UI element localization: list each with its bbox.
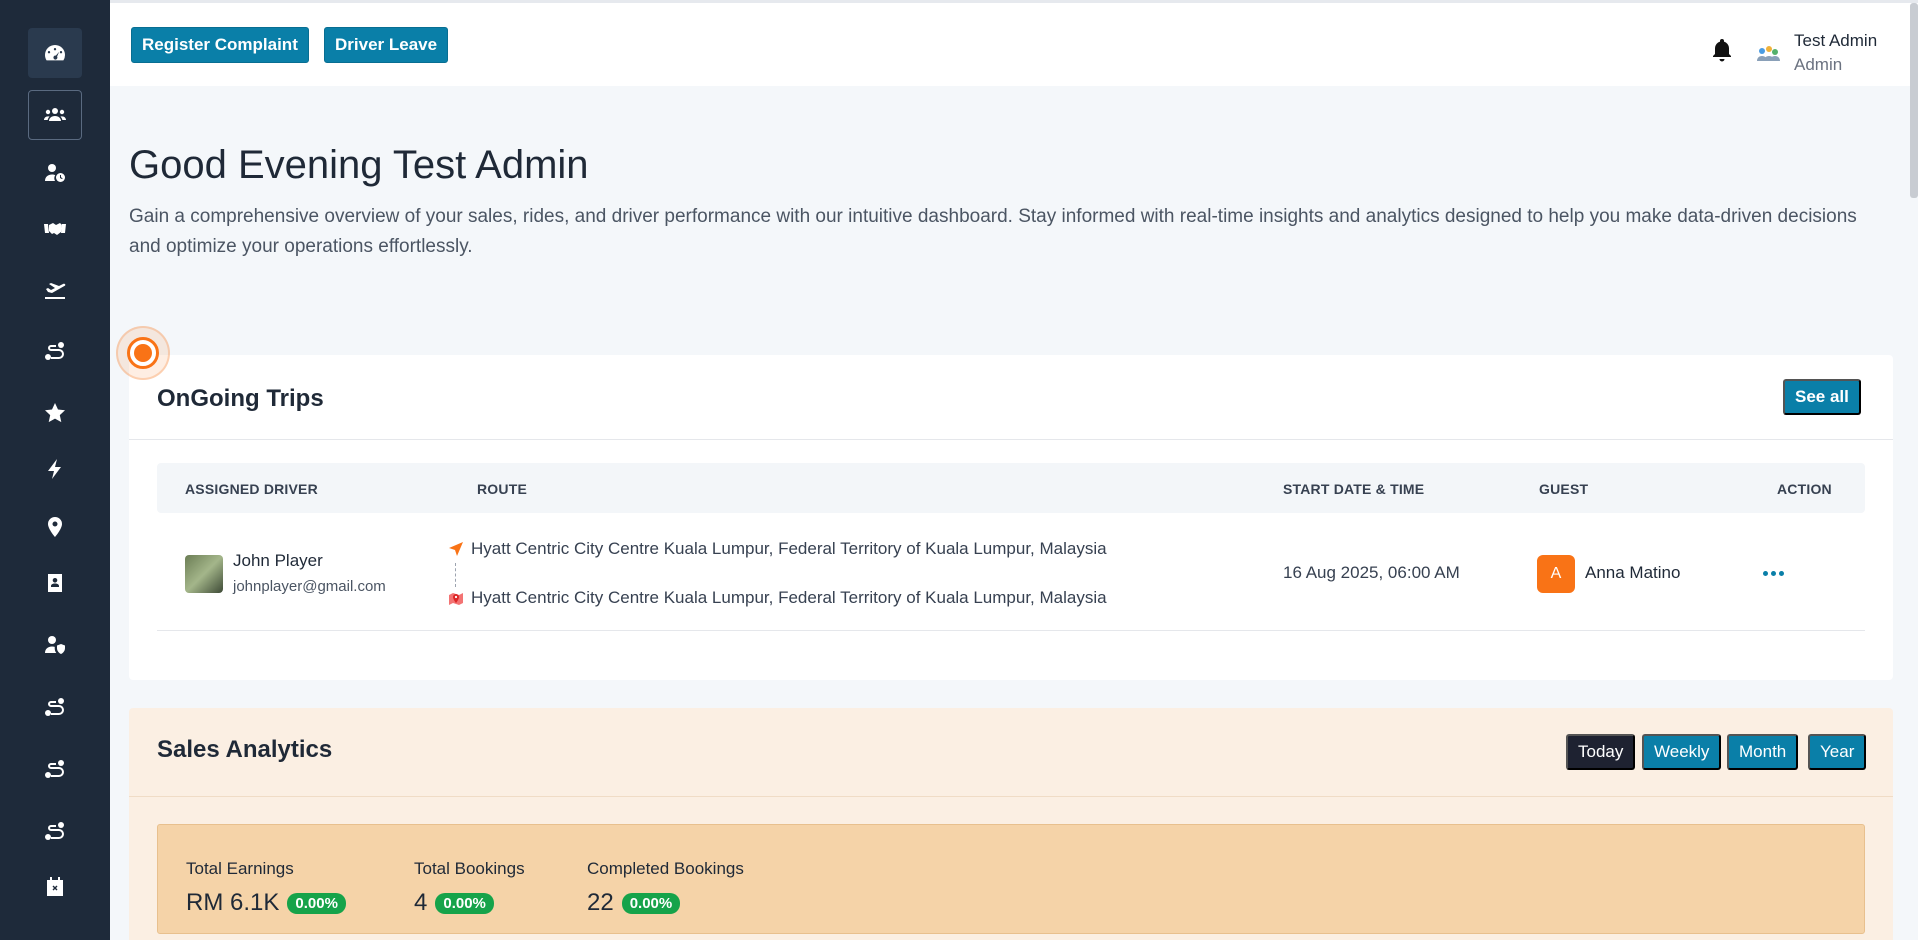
sidebar-item-reviews[interactable] <box>28 388 82 438</box>
sidebar-item-user-shield[interactable] <box>28 620 82 670</box>
top-bar: Register Complaint Driver Leave Test Adm… <box>110 0 1918 198</box>
change-badge: 0.00% <box>287 892 346 914</box>
column-header-guest: GUEST <box>1539 481 1589 497</box>
user-shield-icon <box>45 636 65 654</box>
guest-name: Anna Matino <box>1585 563 1681 582</box>
more-actions-icon[interactable] <box>1761 561 1785 585</box>
route-icon <box>45 342 64 360</box>
hotspot-ring <box>127 337 159 369</box>
range-month-button[interactable]: Month <box>1727 734 1799 770</box>
map-pin-icon <box>48 517 62 537</box>
stat-label: Total Earnings <box>186 859 294 878</box>
sidebar-item-quick[interactable] <box>28 444 82 494</box>
stat-label: Total Bookings <box>414 859 525 878</box>
stat-value: 22 <box>587 889 614 916</box>
stat-total-earnings: Total Earnings RM 6.1K 0.00% <box>186 859 346 917</box>
sidebar-item-locations[interactable] <box>28 502 82 552</box>
sidebar-item-dashboard[interactable] <box>28 28 82 78</box>
change-badge: 0.00% <box>621 892 681 914</box>
ongoing-trips-card: OnGoing Trips See all ASSIGNED DRIVER RO… <box>129 355 1893 680</box>
calendar-x-icon <box>47 877 63 896</box>
driver-avatar <box>185 555 223 593</box>
stat-value: RM 6.1K <box>186 889 280 916</box>
stat-label: Completed Bookings <box>587 859 744 878</box>
page-title: Good Evening Test Admin <box>129 143 589 187</box>
navigation-arrow-icon <box>449 542 463 556</box>
column-header-driver: ASSIGNED DRIVER <box>185 481 318 497</box>
column-header-action: ACTION <box>1777 481 1832 497</box>
driver-email: johnplayer@gmail.com <box>233 578 386 595</box>
dropoff-location: Hyatt Centric City Centre Kuala Lumpur, … <box>471 588 1107 607</box>
change-badge: 0.00% <box>435 892 494 914</box>
sidebar-item-routes-2[interactable] <box>28 682 82 732</box>
avatar[interactable] <box>1756 43 1780 63</box>
driver-leave-button[interactable]: Driver Leave <box>324 27 449 63</box>
divider <box>129 796 1893 797</box>
column-header-route: ROUTE <box>477 481 527 497</box>
route-icon <box>45 760 64 778</box>
user-role: Admin <box>1794 55 1843 74</box>
id-badge-icon <box>48 574 62 592</box>
stat-total-bookings: Total Bookings 4 0.00% <box>414 859 525 917</box>
tour-hotspot[interactable] <box>116 326 170 380</box>
driver-name: John Player <box>233 551 323 570</box>
user-clock-icon <box>45 164 65 182</box>
speedometer-icon <box>45 45 65 61</box>
intro-text: Gain a comprehensive overview of your sa… <box>129 206 1857 257</box>
table-row[interactable]: John Player johnplayer@gmail.com Hyatt C… <box>157 513 1865 631</box>
route-icon <box>45 698 64 716</box>
plane-departure-icon <box>45 283 66 299</box>
divider <box>129 439 1893 440</box>
sales-analytics-card: Sales Analytics Today Weekly Month Year … <box>129 708 1893 940</box>
sales-analytics-title: Sales Analytics <box>157 736 333 763</box>
route-icon <box>45 822 64 840</box>
sidebar-item-user-clock[interactable] <box>28 148 82 198</box>
sidebar-item-routes-4[interactable] <box>28 806 82 856</box>
sidebar-item-routes[interactable] <box>28 326 82 376</box>
range-year-button[interactable]: Year <box>1808 734 1867 770</box>
pickup-location: Hyatt Centric City Centre Kuala Lumpur, … <box>471 539 1107 558</box>
sidebar-item-users[interactable] <box>28 90 82 140</box>
column-header-start: START DATE & TIME <box>1283 481 1425 497</box>
star-icon <box>45 403 65 423</box>
sidebar-item-leave[interactable] <box>28 862 82 912</box>
range-weekly-button[interactable]: Weekly <box>1642 734 1722 770</box>
hotspot-dot <box>134 344 152 362</box>
stat-value: 4 <box>414 889 428 916</box>
table-header: ASSIGNED DRIVER ROUTE START DATE & TIME … <box>157 463 1865 513</box>
sidebar-item-routes-3[interactable] <box>28 744 82 794</box>
users-icon <box>44 108 66 121</box>
bolt-icon <box>48 459 61 479</box>
start-date-time: 16 Aug 2025, 06:00 AM <box>1283 563 1460 582</box>
stats-summary: Total Earnings RM 6.1K 0.00% Total Bookin… <box>157 824 1865 934</box>
route-connector <box>455 563 456 587</box>
stat-completed-bookings: Completed Bookings 22 0.00% <box>587 859 744 917</box>
handshake-icon <box>44 223 66 235</box>
sidebar-item-airport[interactable] <box>28 264 82 314</box>
map-marker-icon <box>449 593 463 605</box>
see-all-button[interactable]: See all <box>1783 379 1861 415</box>
guest-avatar: A <box>1537 555 1575 593</box>
user-name[interactable]: Test Admin <box>1794 31 1877 51</box>
bell-icon[interactable] <box>1710 37 1734 63</box>
sidebar-item-partners[interactable] <box>28 204 82 254</box>
range-today-button[interactable]: Today <box>1566 734 1636 770</box>
register-complaint-button[interactable]: Register Complaint <box>131 27 309 63</box>
scrollbar[interactable] <box>1910 3 1918 198</box>
ongoing-trips-title: OnGoing Trips <box>157 385 324 412</box>
sidebar <box>0 0 110 940</box>
sidebar-item-documents[interactable] <box>28 558 82 608</box>
